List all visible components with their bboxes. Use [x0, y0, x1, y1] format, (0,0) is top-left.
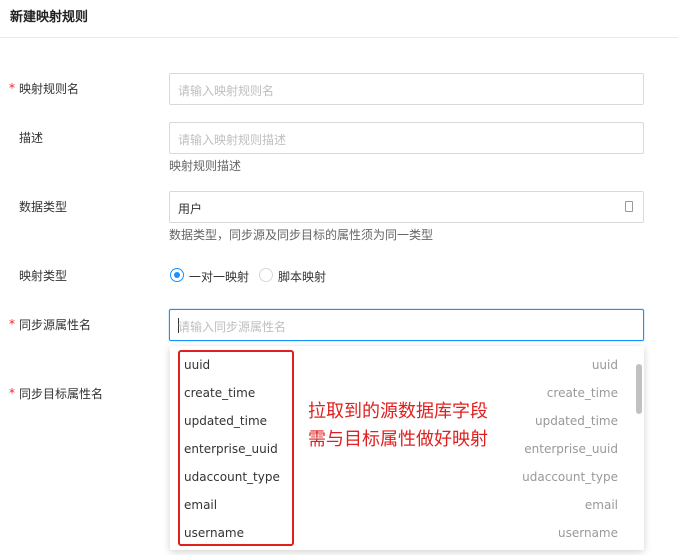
- target-attr-label: 同步目标属性名: [19, 387, 104, 401]
- annotation-line: 拉取到的源数据库字段: [308, 401, 488, 422]
- rule-name-input[interactable]: 请输入映射规则名: [169, 73, 644, 105]
- description-label: 描述: [19, 131, 44, 145]
- dropdown-item-value: enterprise_uuid: [524, 442, 618, 456]
- required-mark: *: [9, 386, 15, 400]
- annotation-text: 拉取到的源数据库字段 需与目标属性做好映射: [308, 398, 488, 454]
- description-help: 映射规则描述: [169, 159, 242, 173]
- dialog-header: 新建映射规则: [0, 0, 678, 38]
- radio-label: 一对一映射: [189, 270, 250, 284]
- mapping-type-label: 映射类型: [19, 269, 68, 283]
- dropdown-item-value: username: [558, 526, 618, 540]
- description-input[interactable]: 请输入映射规则描述: [169, 122, 644, 154]
- rule-name-label: 映射规则名: [19, 82, 80, 96]
- annotation-line: 需与目标属性做好映射: [308, 429, 488, 450]
- required-mark: *: [9, 317, 15, 331]
- dropdown-item-value: create_time: [546, 386, 618, 400]
- data-type-label: 数据类型: [19, 200, 68, 214]
- dropdown-item-value: email: [584, 498, 618, 512]
- data-type-value: 用户: [178, 202, 203, 216]
- dropdown-item-value: uuid: [591, 358, 618, 372]
- radio-label: 脚本映射: [278, 270, 327, 284]
- page-title: 新建映射规则: [10, 10, 89, 25]
- rule-name-placeholder: 请输入映射规则名: [178, 84, 275, 98]
- dropdown-item-value: updated_time: [534, 414, 618, 428]
- radio-checked-icon: [170, 268, 184, 282]
- source-attr-input[interactable]: 请输入同步源属性名: [169, 309, 644, 341]
- data-type-select[interactable]: 用户: [169, 191, 644, 223]
- annotation-highlight-box: [178, 350, 294, 546]
- dropdown-scrollbar[interactable]: [636, 364, 642, 414]
- source-attr-placeholder: 请输入同步源属性名: [178, 320, 287, 334]
- select-arrow-icon: [625, 201, 633, 212]
- description-placeholder: 请输入映射规则描述: [178, 133, 287, 147]
- radio-unchecked-icon: [259, 268, 273, 282]
- source-attr-label: 同步源属性名: [19, 318, 92, 332]
- data-type-help: 数据类型，同步源及同步目标的属性须为同一类型: [169, 228, 434, 242]
- dropdown-item-value: udaccount_type: [522, 470, 618, 484]
- required-mark: *: [9, 81, 15, 95]
